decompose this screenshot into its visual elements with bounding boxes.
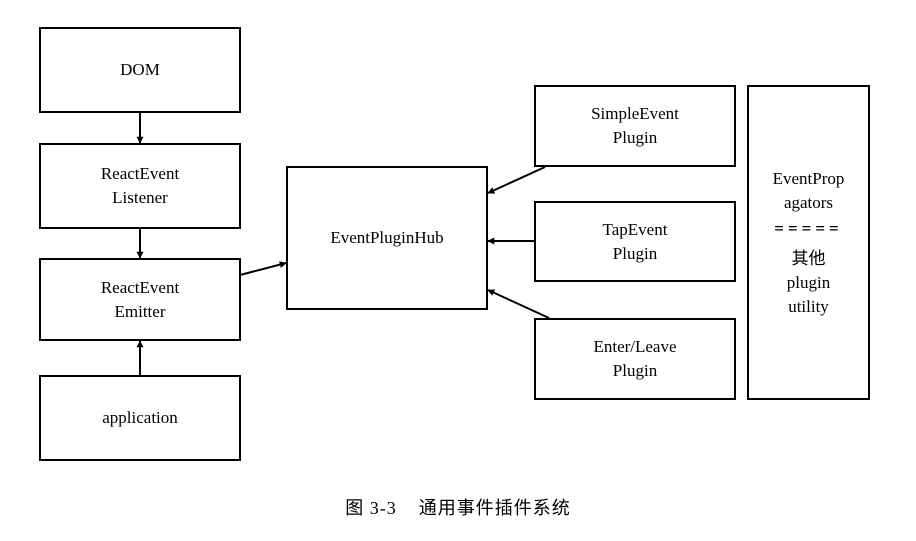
- utility-label-line4: plugin: [786, 272, 831, 292]
- application-label: application: [102, 408, 178, 427]
- figure-caption-text: 图 3-3 通用事件插件系统: [345, 498, 571, 518]
- enterleave-plugin-label-line1: Enter/Leave: [593, 337, 677, 356]
- react-event-emitter-box: ReactEvent Emitter: [39, 258, 241, 341]
- tap-event-plugin-box: TapEvent Plugin: [534, 201, 736, 282]
- enter-leave-plugin-box: Enter/Leave Plugin: [534, 318, 736, 400]
- listener-label-line2: Listener: [112, 188, 168, 207]
- simple-plugin-label-line1: SimpleEvent: [591, 104, 679, 123]
- dom-label: DOM: [120, 60, 160, 79]
- utility-label-line1: EventProp: [772, 168, 845, 188]
- simple-event-plugin-box: SimpleEvent Plugin: [534, 85, 736, 167]
- utility-label-line5: utility: [788, 296, 829, 316]
- utility-label-line3: 其他: [791, 248, 826, 268]
- arrow-simple-plugin-to-hub: [487, 166, 546, 194]
- tap-plugin-label-line2: Plugin: [612, 243, 658, 263]
- utility-separator: =====: [774, 218, 843, 238]
- listener-label-line1: ReactEvent: [100, 164, 180, 183]
- enterleave-plugin-label-line2: Plugin: [612, 361, 658, 380]
- simple-plugin-label-line2: Plugin: [612, 128, 658, 147]
- emitter-label-line1: ReactEvent: [100, 277, 180, 297]
- application-box: application: [39, 375, 241, 461]
- hub-label: EventPluginHub: [330, 228, 444, 247]
- dom-box: DOM: [39, 27, 241, 113]
- utility-label-line2: agators: [783, 192, 834, 212]
- emitter-label-line2: Emitter: [114, 301, 166, 321]
- arrow-enterleave-plugin-to-hub: [487, 289, 550, 319]
- tap-plugin-label-line1: TapEvent: [602, 219, 668, 239]
- arrow-emitter-to-hub: [239, 261, 287, 276]
- react-event-listener-box: ReactEvent Listener: [39, 143, 241, 229]
- event-propagators-utility-box: EventProp agators ===== 其他 plugin utilit…: [747, 85, 870, 400]
- event-plugin-hub-box: EventPluginHub: [286, 166, 488, 310]
- figure-caption: 图 3-3 通用事件插件系统: [0, 494, 916, 520]
